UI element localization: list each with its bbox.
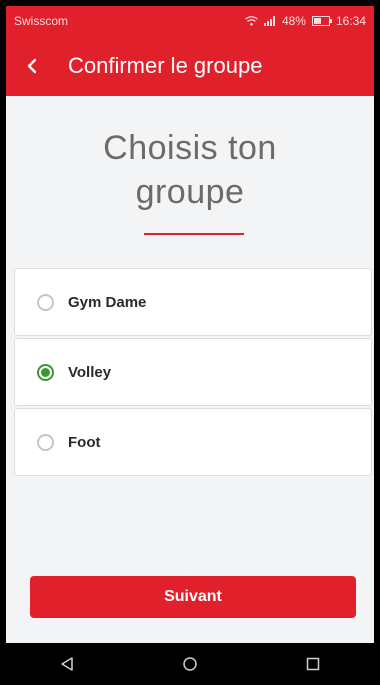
nav-back-button[interactable]	[47, 644, 87, 684]
navigation-bar	[6, 643, 374, 685]
radio-button[interactable]	[37, 293, 54, 311]
app-bar: Confirmer le groupe	[6, 36, 374, 96]
app-screen: Swisscom 48% 16:34 Confirmer le groupe C…	[6, 6, 374, 685]
signal-icon	[263, 16, 275, 26]
status-bar: Swisscom 48% 16:34	[6, 6, 374, 36]
back-button[interactable]	[6, 36, 58, 96]
chevron-left-icon	[27, 58, 37, 74]
group-options: Gym Dame Volley Foot	[14, 268, 372, 478]
battery-icon	[311, 16, 332, 26]
battery-level	[313, 18, 321, 24]
status-icons: 48% 16:34	[245, 14, 366, 28]
wifi-icon	[245, 16, 258, 26]
battery-percent: 48%	[281, 14, 306, 28]
group-option-label: Gym Dame	[68, 293, 147, 311]
radio-button[interactable]	[37, 433, 54, 451]
next-button[interactable]: Suivant	[30, 576, 356, 618]
nav-recents-button[interactable]	[293, 644, 333, 684]
heading-line-1: Choisis ton	[103, 129, 277, 167]
clock: 16:34	[335, 14, 366, 28]
recents-square-icon	[306, 657, 319, 671]
nav-home-button[interactable]	[170, 644, 210, 684]
group-option-volley[interactable]: Volley	[14, 338, 372, 406]
group-option-label: Volley	[68, 363, 112, 381]
heading-line-2: groupe	[135, 173, 245, 211]
page-heading: Choisis ton groupe	[6, 126, 374, 214]
group-option-foot[interactable]: Foot	[14, 408, 372, 476]
heading-underline	[144, 233, 244, 235]
carrier-name: Swisscom	[14, 14, 69, 28]
group-option-label: Foot	[68, 433, 101, 451]
group-option-gym-dame[interactable]: Gym Dame	[14, 268, 372, 336]
app-title: Confirmer le groupe	[68, 53, 263, 78]
back-triangle-icon	[61, 657, 74, 671]
radio-button[interactable]	[37, 363, 54, 381]
home-circle-icon	[183, 657, 197, 671]
